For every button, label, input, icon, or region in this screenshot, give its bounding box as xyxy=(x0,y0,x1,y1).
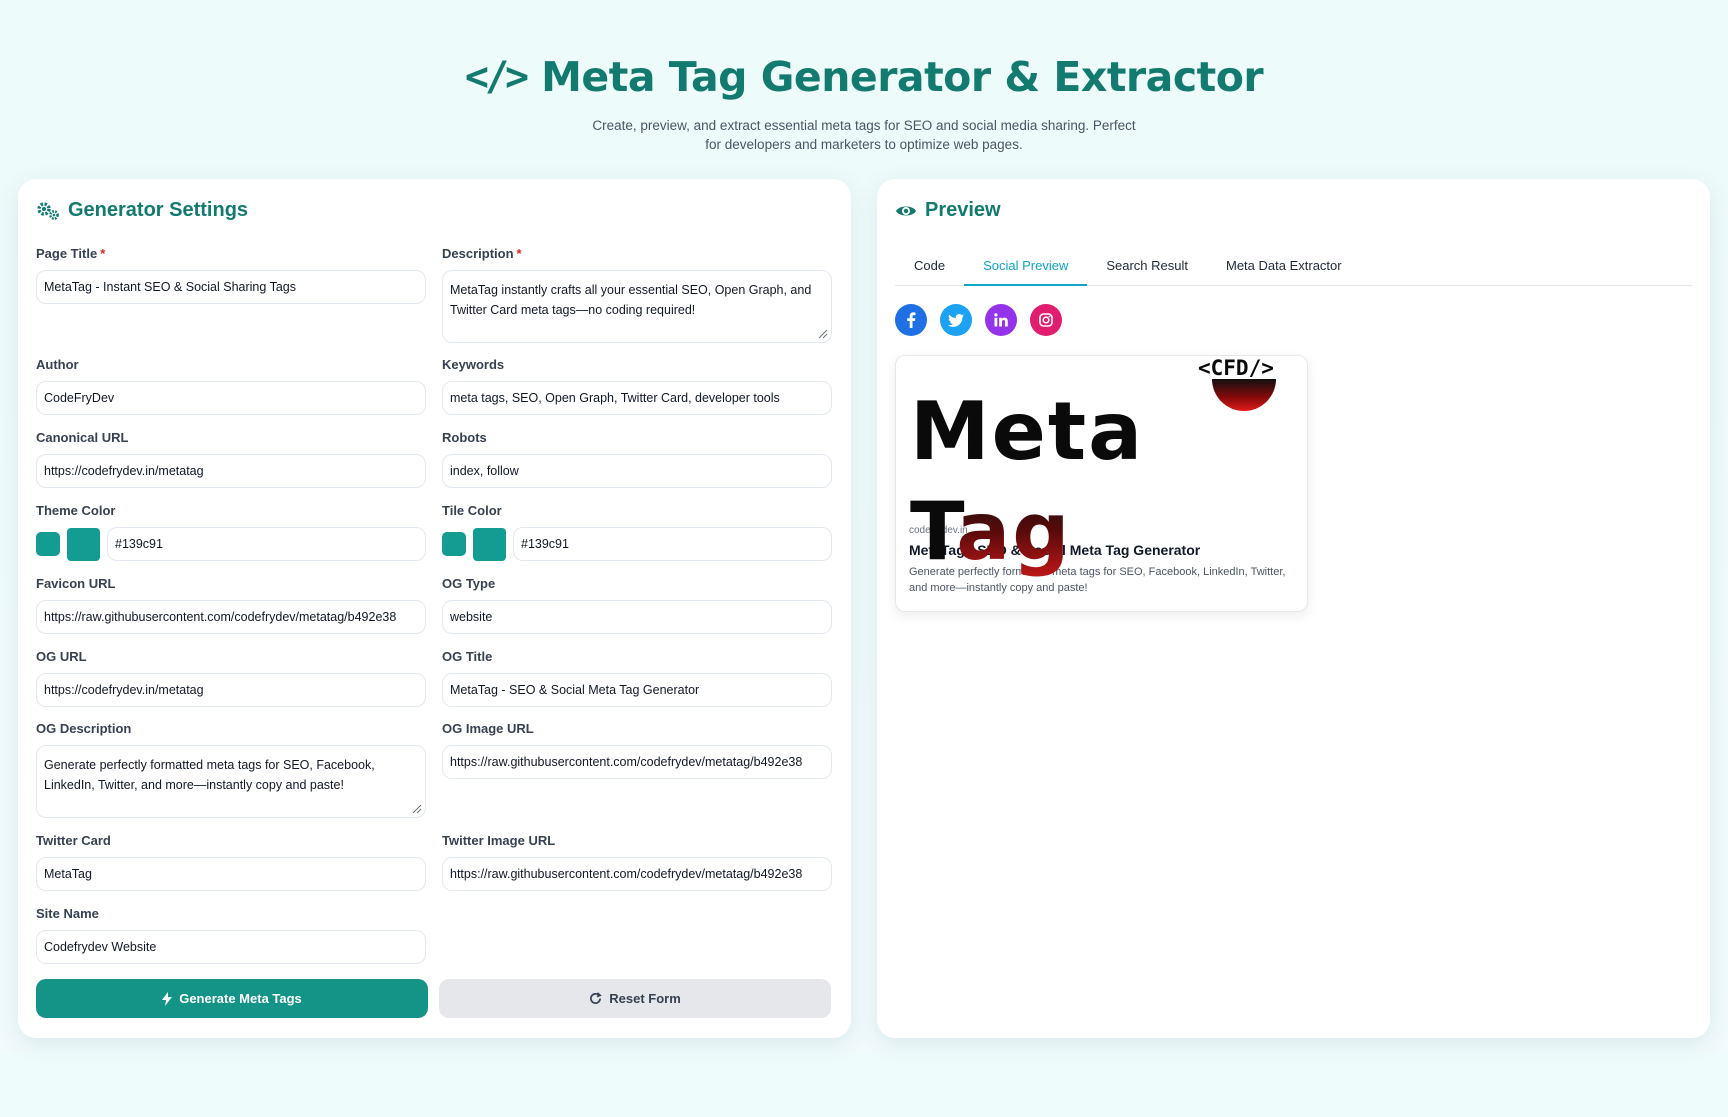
theme-color-field: Theme Color #139c91 xyxy=(36,503,426,561)
robots-input[interactable]: index, follow xyxy=(442,454,832,488)
og-description-field: OG Description Generate perfectly format… xyxy=(36,721,426,818)
tile-color-picker[interactable] xyxy=(473,527,506,561)
tile-color-field: Tile Color #139c91 xyxy=(442,503,832,561)
page-header: </> Meta Tag Generator & Extractor Creat… xyxy=(0,52,1728,154)
site-name-field: Site Name Codefrydev Website xyxy=(36,906,426,964)
og-type-field: OG Type website xyxy=(442,576,832,634)
tab-search-result[interactable]: Search Result xyxy=(1087,247,1207,286)
author-label: Author xyxy=(36,357,79,372)
preview-tabs: Code Social Preview Search Result Meta D… xyxy=(895,247,1692,286)
page-title-field: Page Title * MetaTag - Instant SEO & Soci… xyxy=(36,246,426,304)
favicon-url-input[interactable]: https://raw.githubusercontent.com/codefr… xyxy=(36,600,426,634)
eye-icon xyxy=(895,203,917,219)
facebook-icon[interactable] xyxy=(895,304,927,336)
og-title-label: OG Title xyxy=(442,649,493,664)
panel-heading-text: Preview xyxy=(925,199,1001,221)
resize-grip-icon[interactable] xyxy=(410,802,422,814)
page-footer-strip xyxy=(0,1052,1728,1117)
preview-panel: Preview Code Social Preview Search Resul… xyxy=(877,179,1710,1038)
description-textarea[interactable]: MetaTag instantly crafts all your essent… xyxy=(442,270,832,343)
robots-field: Robots index, follow xyxy=(442,430,832,488)
theme-color-picker[interactable] xyxy=(67,527,100,561)
page-title-label: Page Title * xyxy=(36,246,106,261)
tab-meta-data-extractor[interactable]: Meta Data Extractor xyxy=(1207,247,1361,286)
linkedin-icon[interactable] xyxy=(985,304,1017,336)
refresh-icon xyxy=(590,992,602,1004)
theme-color-label: Theme Color xyxy=(36,503,116,518)
og-image-url-label: OG Image URL xyxy=(442,721,534,736)
keywords-field: Keywords meta tags, SEO, Open Graph, Twi… xyxy=(442,357,832,415)
og-image-url-input[interactable]: https://raw.githubusercontent.com/codefr… xyxy=(442,745,832,779)
keywords-label: Keywords xyxy=(442,357,505,372)
description-field: Description * MetaTag instantly crafts al… xyxy=(442,246,832,343)
twitter-image-url-label: Twitter Image URL xyxy=(442,833,556,848)
logo-badge: <CFD/> xyxy=(1198,356,1274,380)
page-title-input[interactable]: MetaTag - Instant SEO & Social Sharing T… xyxy=(36,270,426,304)
og-image-url-field: OG Image URL https://raw.githubuserconte… xyxy=(442,721,832,779)
twitter-card-input[interactable]: MetaTag xyxy=(36,857,426,891)
keywords-input[interactable]: meta tags, SEO, Open Graph, Twitter Card… xyxy=(442,381,832,415)
author-field: Author CodeFryDev xyxy=(36,357,426,415)
og-description-label: OG Description xyxy=(36,721,132,736)
site-name-label: Site Name xyxy=(36,906,99,921)
code-icon: </> xyxy=(464,54,529,100)
bolt-icon xyxy=(162,991,173,1006)
instagram-icon[interactable] xyxy=(1030,304,1062,336)
preview-heading: Preview xyxy=(895,199,1001,222)
og-url-label: OG URL xyxy=(36,649,87,664)
tile-color-swatch xyxy=(442,532,466,556)
canonical-url-field: Canonical URL https://codefrydev.in/meta… xyxy=(36,430,426,488)
tile-color-input[interactable]: #139c91 xyxy=(513,527,832,561)
author-input[interactable]: CodeFryDev xyxy=(36,381,426,415)
favicon-url-label: Favicon URL xyxy=(36,576,116,591)
canonical-url-input[interactable]: https://codefrydev.in/metatag xyxy=(36,454,426,488)
og-description-textarea[interactable]: Generate perfectly formatted meta tags f… xyxy=(36,745,426,818)
og-url-input[interactable]: https://codefrydev.in/metatag xyxy=(36,673,426,707)
gears-icon xyxy=(36,201,60,221)
logo-text: Meta Tag xyxy=(910,385,1145,578)
theme-color-swatch xyxy=(36,532,60,556)
og-type-label: OG Type xyxy=(442,576,496,591)
social-preview-card[interactable]: <CFD/> Meta Tag codefrydev.in MetaTag - … xyxy=(895,355,1308,612)
canonical-url-label: Canonical URL xyxy=(36,430,129,445)
og-image-preview: <CFD/> Meta Tag xyxy=(896,356,1307,578)
tab-social-preview[interactable]: Social Preview xyxy=(964,247,1088,286)
site-name-input[interactable]: Codefrydev Website xyxy=(36,930,426,964)
twitter-image-url-input[interactable]: https://raw.githubusercontent.com/codefr… xyxy=(442,857,832,891)
page-title: Meta Tag Generator & Extractor xyxy=(541,53,1264,101)
twitter-card-label: Twitter Card xyxy=(36,833,111,848)
page-subtitle: Create, preview, and extract essential m… xyxy=(592,118,1136,152)
og-title-field: OG Title MetaTag - SEO & Social Meta Tag… xyxy=(442,649,832,707)
description-label: Description * xyxy=(442,246,522,261)
reset-form-button[interactable]: Reset Form xyxy=(439,979,831,1018)
twitter-icon[interactable] xyxy=(940,304,972,336)
favicon-url-field: Favicon URL https://raw.githubuserconten… xyxy=(36,576,426,634)
generate-button-label: Generate Meta Tags xyxy=(179,991,302,1006)
tab-code[interactable]: Code xyxy=(895,247,964,286)
robots-label: Robots xyxy=(442,430,487,445)
tile-color-label: Tile Color xyxy=(442,503,502,518)
twitter-image-url-field: Twitter Image URL https://raw.githubuser… xyxy=(442,833,832,891)
panel-heading-text: Generator Settings xyxy=(68,199,249,221)
twitter-card-field: Twitter Card MetaTag xyxy=(36,833,426,891)
generator-settings-heading: Generator Settings xyxy=(36,199,248,222)
og-url-field: OG URL https://codefrydev.in/metatag xyxy=(36,649,426,707)
social-platform-icons xyxy=(895,304,1062,336)
og-title-input[interactable]: MetaTag - SEO & Social Meta Tag Generato… xyxy=(442,673,832,707)
theme-color-input[interactable]: #139c91 xyxy=(107,527,426,561)
og-type-input[interactable]: website xyxy=(442,600,832,634)
reset-button-label: Reset Form xyxy=(609,991,681,1006)
resize-grip-icon[interactable] xyxy=(816,327,828,339)
generator-settings-panel: Generator Settings Page Title * MetaTag -… xyxy=(18,179,851,1038)
generate-meta-tags-button[interactable]: Generate Meta Tags xyxy=(36,979,428,1018)
